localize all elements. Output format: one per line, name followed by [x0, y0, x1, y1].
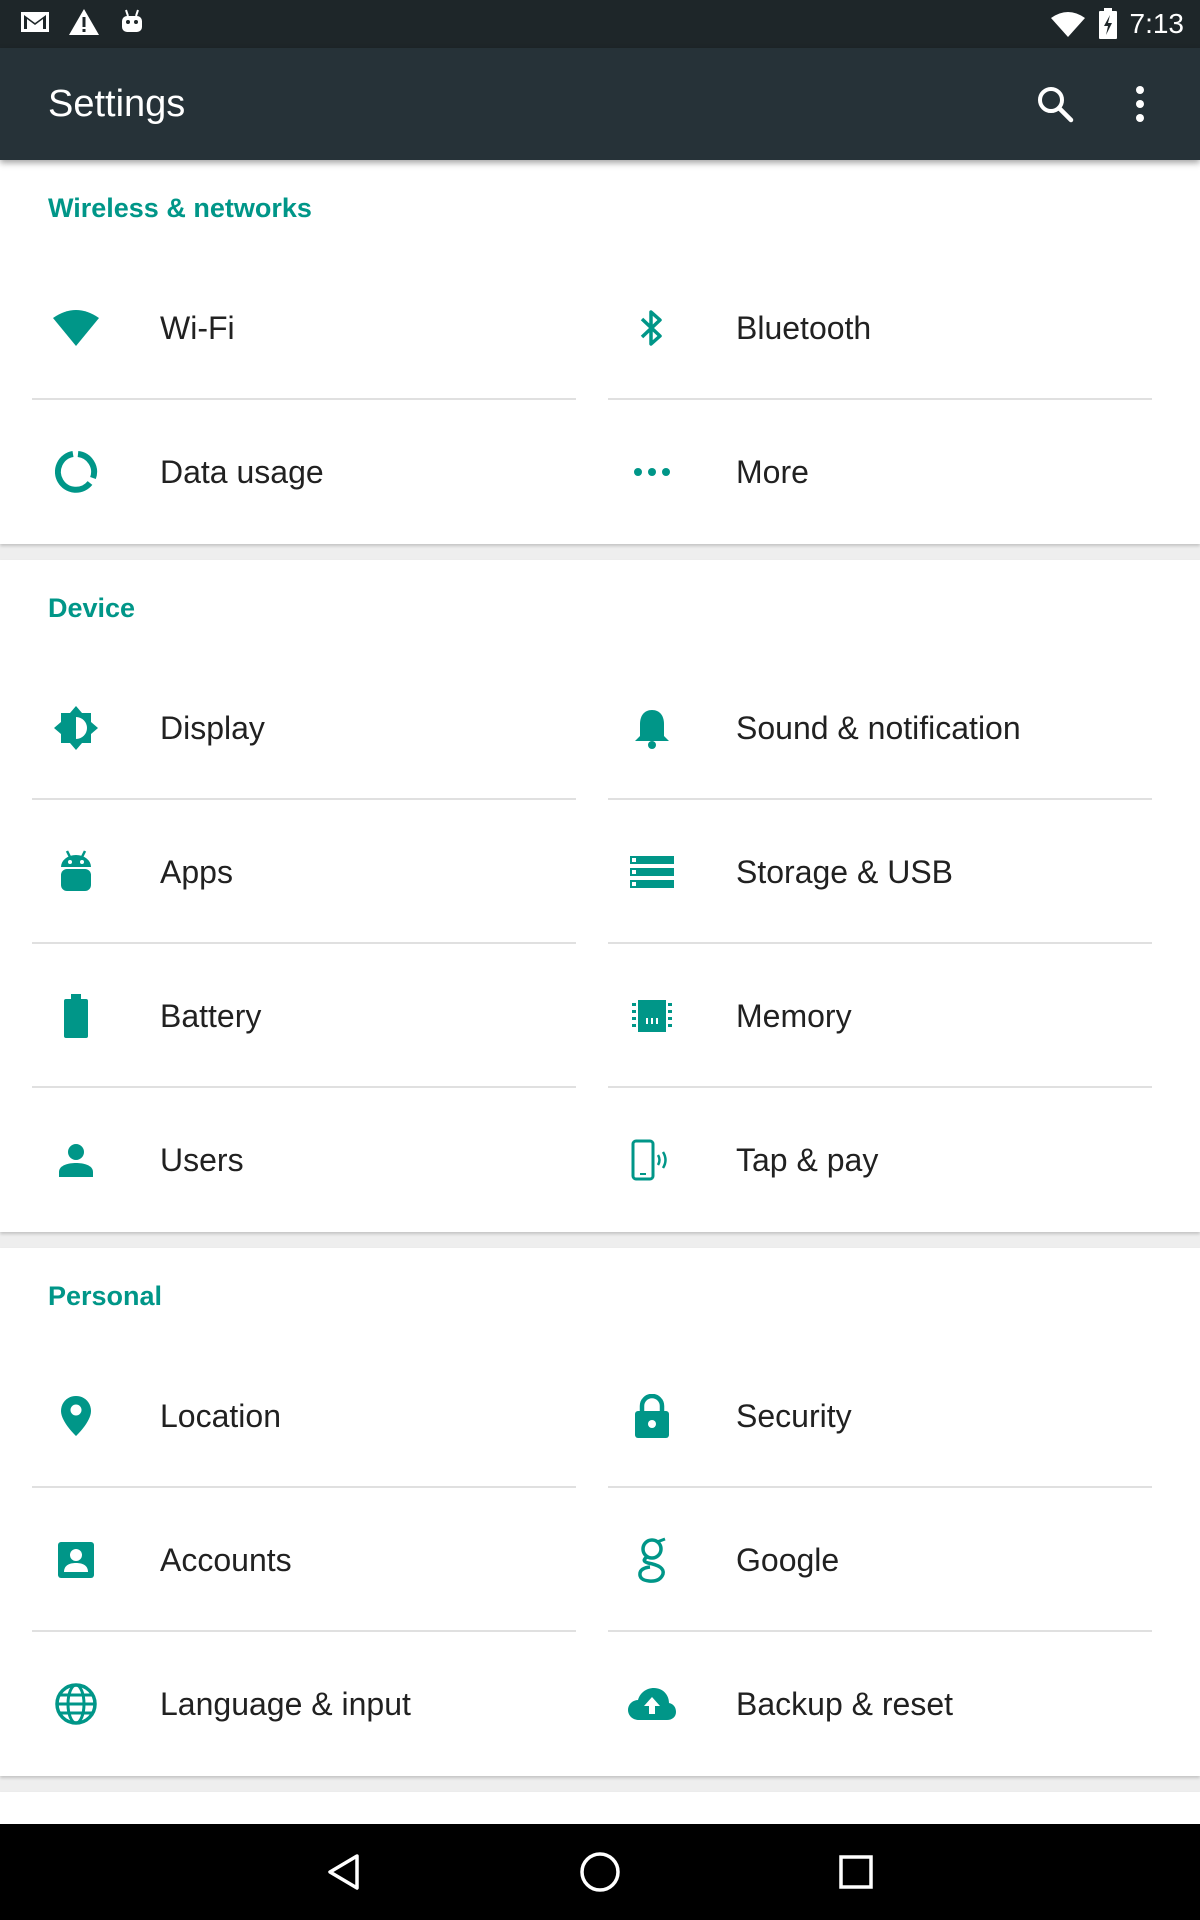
item-label: Data usage	[160, 454, 324, 490]
section-personal: Personal Location Security Accounts Goog…	[0, 1248, 1200, 1776]
wifi-icon	[48, 300, 104, 356]
settings-item-battery[interactable]: Battery	[32, 944, 608, 1088]
section-title: Personal	[48, 1281, 163, 1311]
brightness-icon	[48, 700, 104, 756]
recents-icon	[839, 1855, 873, 1889]
settings-item-accounts[interactable]: Accounts	[32, 1488, 608, 1632]
app-toolbar: Settings	[0, 48, 1200, 160]
memory-chip-icon	[624, 988, 680, 1044]
battery-icon	[48, 988, 104, 1044]
storage-icon	[624, 844, 680, 900]
settings-item-language-input[interactable]: Language & input	[32, 1632, 608, 1776]
page-title: Settings	[48, 83, 186, 125]
item-label: More	[736, 454, 809, 490]
section-title: Wireless & networks	[48, 193, 312, 223]
recents-button[interactable]	[828, 1844, 884, 1900]
lock-icon	[624, 1388, 680, 1444]
more-vert-icon	[1136, 86, 1144, 122]
item-label: Storage & USB	[736, 854, 953, 890]
cloud-upload-icon	[624, 1676, 680, 1732]
overflow-menu-button[interactable]	[1112, 76, 1168, 132]
search-button[interactable]	[1027, 76, 1083, 132]
item-label: Accounts	[160, 1542, 292, 1578]
item-label: Location	[160, 1398, 281, 1434]
item-label: Display	[160, 710, 265, 746]
android-debug-icon	[122, 9, 142, 32]
item-label: Backup & reset	[736, 1686, 953, 1722]
settings-item-backup-reset[interactable]: Backup & reset	[608, 1632, 1184, 1776]
system-status: 7:13	[1050, 6, 1185, 42]
item-label: Users	[160, 1142, 244, 1178]
home-button[interactable]	[572, 1844, 628, 1900]
globe-icon	[48, 1676, 104, 1732]
person-icon	[48, 1132, 104, 1188]
more-horiz-icon	[624, 444, 680, 500]
status-bar: 7:13	[0, 0, 1200, 48]
item-label: Security	[736, 1398, 852, 1434]
section-title: Device	[48, 593, 136, 623]
item-label: Battery	[160, 998, 262, 1034]
section-wireless-networks: Wireless & networks Wi-Fi Bluetooth Data…	[0, 160, 1200, 544]
settings-item-display[interactable]: Display	[32, 656, 608, 800]
item-label: Tap & pay	[736, 1142, 879, 1178]
settings-item-bluetooth[interactable]: Bluetooth	[608, 256, 1184, 400]
bluetooth-icon	[624, 300, 680, 356]
clock: 7:13	[1129, 8, 1185, 39]
home-icon	[580, 1852, 620, 1892]
location-pin-icon	[48, 1388, 104, 1444]
bell-icon	[624, 700, 680, 756]
back-button[interactable]	[316, 1844, 372, 1900]
section-device: Device Display Sound & notification Apps…	[0, 560, 1200, 1232]
settings-item-data-usage[interactable]: Data usage	[32, 400, 608, 544]
google-g-icon	[624, 1532, 680, 1588]
settings-item-more[interactable]: More	[608, 400, 1184, 544]
item-label: Memory	[736, 998, 852, 1034]
settings-item-wifi[interactable]: Wi-Fi	[32, 256, 608, 400]
settings-item-apps[interactable]: Apps	[32, 800, 608, 944]
settings-item-users[interactable]: Users	[32, 1088, 608, 1232]
gmail-icon	[21, 12, 49, 32]
settings-item-google[interactable]: Google	[608, 1488, 1184, 1632]
item-label: Apps	[160, 854, 233, 890]
warning-icon	[69, 9, 99, 35]
item-label: Bluetooth	[736, 310, 872, 346]
data-usage-icon	[48, 444, 104, 500]
wifi-signal-icon	[1050, 12, 1085, 37]
settings-item-sound-notification[interactable]: Sound & notification	[608, 656, 1184, 800]
back-icon	[328, 1854, 359, 1890]
tap-pay-icon	[624, 1132, 680, 1188]
battery-charging-icon	[1098, 8, 1117, 39]
navigation-bar	[0, 1824, 1200, 1920]
search-icon	[1038, 87, 1074, 123]
account-box-icon	[48, 1532, 104, 1588]
settings-item-tap-pay[interactable]: Tap & pay	[608, 1088, 1184, 1232]
item-label: Wi-Fi	[160, 310, 235, 346]
notification-icons	[20, 8, 146, 36]
settings-item-location[interactable]: Location	[32, 1344, 608, 1488]
settings-item-memory[interactable]: Memory	[608, 944, 1184, 1088]
settings-item-storage-usb[interactable]: Storage & USB	[608, 800, 1184, 944]
item-label: Sound & notification	[736, 710, 1021, 746]
item-label: Google	[736, 1542, 840, 1578]
settings-item-security[interactable]: Security	[608, 1344, 1184, 1488]
android-icon	[48, 844, 104, 900]
item-label: Language & input	[160, 1686, 411, 1722]
